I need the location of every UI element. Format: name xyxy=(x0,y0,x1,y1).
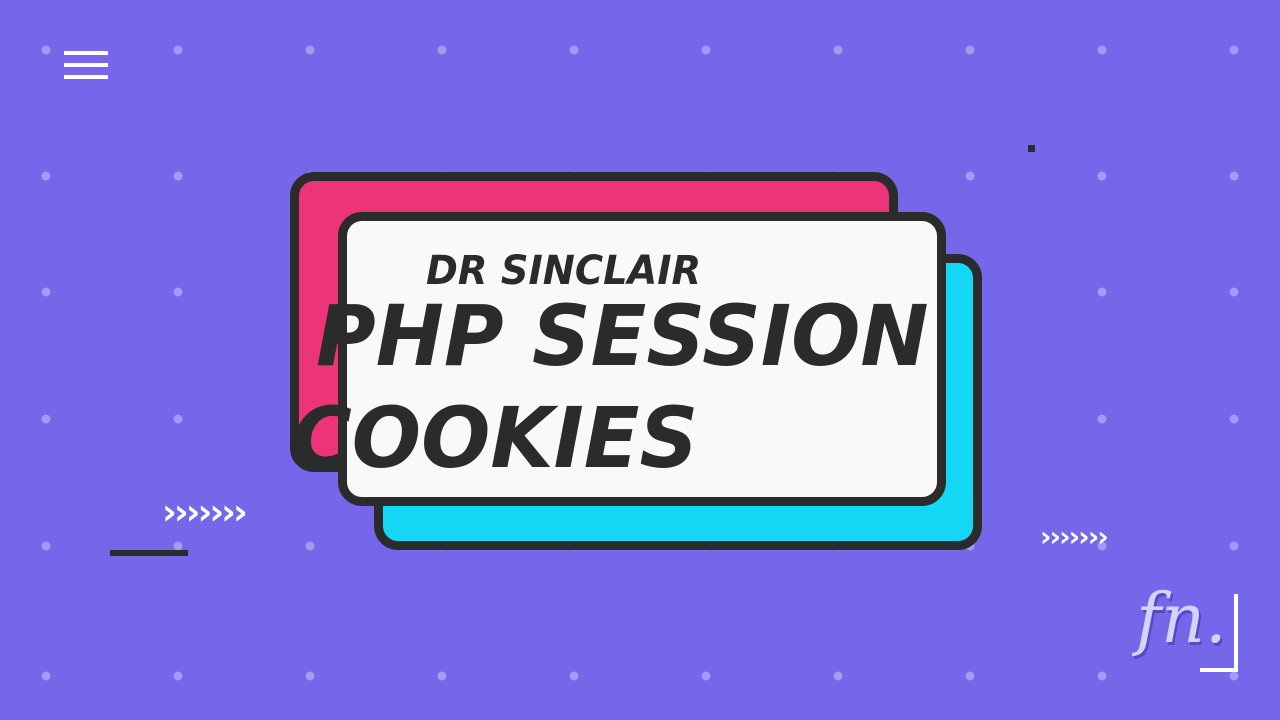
title-line-2: COOKIES xyxy=(292,389,699,487)
grid-dot xyxy=(1097,287,1107,297)
grid-dot xyxy=(1097,171,1107,181)
menu-icon[interactable] xyxy=(62,48,110,84)
grid-dot xyxy=(1097,45,1107,55)
grid-dot xyxy=(1097,414,1107,424)
logo-bracket xyxy=(1200,594,1238,672)
grid-dot xyxy=(569,671,579,681)
grid-dot xyxy=(41,171,51,181)
grid-dot xyxy=(41,287,51,297)
grid-dot xyxy=(173,45,183,55)
grid-dot xyxy=(965,45,975,55)
grid-dot xyxy=(833,45,843,55)
grid-dot xyxy=(173,414,183,424)
grid-dot xyxy=(173,671,183,681)
grid-dot xyxy=(41,414,51,424)
grid-dot xyxy=(569,45,579,55)
grid-dot xyxy=(173,171,183,181)
chevrons-right-decoration: ››››››› xyxy=(1040,520,1109,553)
title-line-1: PHP SESSION xyxy=(316,287,929,385)
decorative-square xyxy=(1028,145,1035,152)
grid-dot xyxy=(701,45,711,55)
chevrons-left-decoration: ››››››› xyxy=(162,492,248,533)
grid-dot xyxy=(1229,171,1239,181)
grid-dot xyxy=(1097,671,1107,681)
grid-dot xyxy=(965,671,975,681)
grid-dot xyxy=(437,45,447,55)
grid-dot xyxy=(41,45,51,55)
grid-dot xyxy=(701,671,711,681)
grid-dot xyxy=(1229,45,1239,55)
grid-dot xyxy=(305,45,315,55)
channel-logo: fn. xyxy=(1130,580,1260,680)
grid-dot xyxy=(437,671,447,681)
grid-dot xyxy=(965,171,975,181)
grid-dot xyxy=(173,287,183,297)
title-slide: DR SINCLAIR PHP SESSION COOKIES ››››››› … xyxy=(0,0,1280,720)
grid-dot xyxy=(305,541,315,551)
grid-dot xyxy=(41,541,51,551)
grid-dot xyxy=(1229,287,1239,297)
grid-dot xyxy=(833,671,843,681)
grid-dot xyxy=(1229,541,1239,551)
grid-dot xyxy=(41,671,51,681)
grid-dot xyxy=(1229,414,1239,424)
dash-decoration xyxy=(110,550,188,556)
grid-dot xyxy=(305,671,315,681)
